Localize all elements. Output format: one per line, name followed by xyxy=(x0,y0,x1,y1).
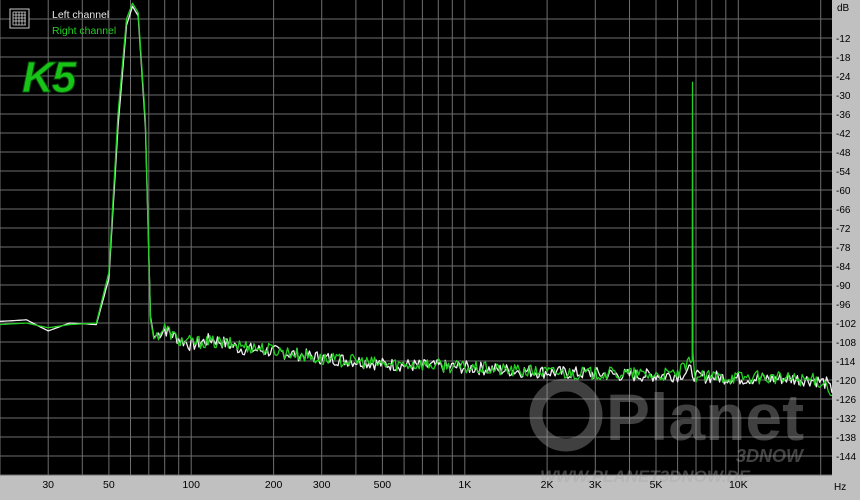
x-tick-label: 100 xyxy=(182,479,200,491)
x-tick-label: 1K xyxy=(458,479,471,491)
x-tick-label: 10K xyxy=(729,479,748,491)
y-tick-label: -120 xyxy=(836,376,856,387)
y-tick-label: -60 xyxy=(836,186,851,197)
watermark-url: WWW.PLANET3DNOW.DE xyxy=(540,467,751,486)
y-tick-label: -24 xyxy=(836,72,851,83)
y-tick-label: -12 xyxy=(836,34,851,45)
spectrum-chart: Planet 3DNOW WWW.PLANET3DNOW.DE Left cha… xyxy=(0,0,860,495)
x-tick-label: 50 xyxy=(103,479,115,491)
y-tick-label: -72 xyxy=(836,224,851,235)
k5-badge: K5 xyxy=(22,53,77,102)
y-tick-label: -30 xyxy=(836,91,851,102)
x-tick-label: 500 xyxy=(374,479,392,491)
y-tick-label: -42 xyxy=(836,129,851,140)
x-tick-label: 2K xyxy=(541,479,554,491)
watermark-brand: Planet xyxy=(606,380,804,454)
y-tick-label: -54 xyxy=(836,167,851,178)
y-tick-label: -18 xyxy=(836,53,851,64)
legend-left-channel: Left channel xyxy=(52,9,109,21)
y-tick-label: -48 xyxy=(836,148,851,159)
y-tick-label: -126 xyxy=(836,395,856,406)
watermark-sub: 3DNOW xyxy=(736,446,805,466)
x-tick-label: 3K xyxy=(589,479,602,491)
y-tick-label: -84 xyxy=(836,262,851,273)
y-tick-label: -108 xyxy=(836,338,856,349)
y-axis-unit: dB xyxy=(837,3,850,14)
legend-grid-icon[interactable] xyxy=(9,8,30,29)
x-axis-unit: Hz xyxy=(834,482,846,493)
y-tick-label: -36 xyxy=(836,110,851,121)
y-tick-label: -66 xyxy=(836,205,851,216)
x-tick-label: 300 xyxy=(313,479,331,491)
x-tick-label: 200 xyxy=(265,479,283,491)
y-tick-label: -138 xyxy=(836,433,856,444)
x-tick-label: 5K xyxy=(650,479,663,491)
y-tick-label: -144 xyxy=(836,452,856,463)
y-tick-label: -96 xyxy=(836,300,851,311)
y-tick-label: -102 xyxy=(836,319,856,330)
x-tick-label: 30 xyxy=(42,479,54,491)
y-tick-label: -132 xyxy=(836,414,856,425)
y-tick-label: -90 xyxy=(836,281,851,292)
spectrum-analyzer-window: Planet 3DNOW WWW.PLANET3DNOW.DE Left cha… xyxy=(0,0,860,495)
legend-right-channel: Right channel xyxy=(52,25,116,37)
y-tick-label: -114 xyxy=(836,357,856,368)
y-tick-label: -78 xyxy=(836,243,851,254)
